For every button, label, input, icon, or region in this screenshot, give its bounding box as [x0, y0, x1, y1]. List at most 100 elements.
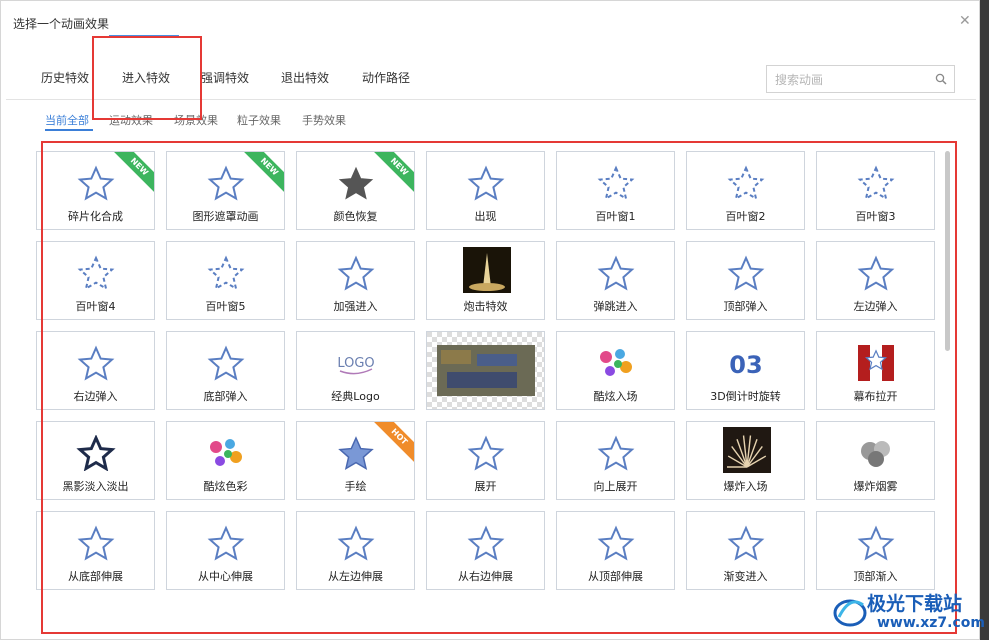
grid-scrollbar[interactable]: [945, 151, 950, 351]
effect-label: 黑影淡入淡出: [62, 480, 129, 493]
effect-label: 图形遮罩动画: [192, 210, 259, 223]
effect-card[interactable]: HOT 手绘: [296, 421, 415, 500]
subtab-particle[interactable]: 粒子效果: [237, 112, 281, 128]
effect-card[interactable]: 加强进入: [296, 241, 415, 320]
effect-card[interactable]: 百叶窗3: [816, 151, 935, 230]
effect-card[interactable]: 百叶窗1: [556, 151, 675, 230]
star-icon: [337, 525, 375, 561]
effect-card[interactable]: 底部弹入: [166, 331, 285, 410]
star-icon: [467, 525, 505, 561]
effect-label: 出现: [474, 210, 497, 223]
subtab-all[interactable]: 当前全部: [45, 112, 89, 128]
tab-emphasis[interactable]: 强调特效: [201, 69, 249, 86]
effect-card[interactable]: 百叶窗2: [686, 151, 805, 230]
star-icon: [727, 525, 765, 561]
effect-card[interactable]: [426, 331, 545, 410]
star-icon: [467, 435, 505, 471]
effect-card[interactable]: 从左边伸展: [296, 511, 415, 590]
effect-card[interactable]: 右边弹入: [36, 331, 155, 410]
active-tab-indicator: [109, 35, 179, 37]
effect-card[interactable]: 出现: [426, 151, 545, 230]
search-icon[interactable]: [935, 73, 947, 85]
tab-history[interactable]: 历史特效: [41, 69, 89, 86]
effect-badge: HOT: [369, 422, 414, 467]
effect-label: 手绘: [344, 480, 367, 493]
effect-label: 幕布拉开: [853, 390, 898, 403]
search-input[interactable]: [773, 70, 927, 90]
effect-label: 从右边伸展: [458, 570, 513, 583]
effect-card[interactable]: 炮击特效: [426, 241, 545, 320]
effect-label: 向上展开: [593, 480, 638, 493]
effect-label: 经典Logo: [331, 390, 380, 403]
effect-card[interactable]: 03 3D倒计时旋转: [686, 331, 805, 410]
effect-label: 顶部渐入: [853, 570, 898, 583]
tab-exit[interactable]: 退出特效: [281, 69, 329, 86]
effect-card[interactable]: 百叶窗4: [36, 241, 155, 320]
star-icon: [727, 255, 765, 291]
effect-card[interactable]: 幕布拉开: [816, 331, 935, 410]
tab-entrance[interactable]: 进入特效: [122, 69, 170, 86]
hand-draw-icon: [338, 436, 374, 471]
effect-card[interactable]: 向上展开: [556, 421, 675, 500]
effect-card[interactable]: 百叶窗5: [166, 241, 285, 320]
smoke-icon: [861, 441, 890, 467]
effect-label: 从底部伸展: [68, 570, 123, 583]
star-icon: [77, 255, 115, 291]
watermark-url: www.xz7.com: [877, 615, 985, 631]
effect-thumbnail-image: [463, 247, 511, 293]
effect-label: 左边弹入: [853, 300, 898, 313]
star-icon: [597, 165, 635, 201]
effect-thumbnail-image: [427, 332, 544, 409]
effect-label: 弹跳进入: [593, 300, 638, 313]
svg-text:LOGO: LOGO: [337, 356, 374, 371]
star-icon: [597, 435, 635, 471]
star-icon: [597, 525, 635, 561]
effect-card[interactable]: 从底部伸展: [36, 511, 155, 590]
subtab-scene[interactable]: 场景效果: [174, 112, 218, 128]
star-icon: [207, 345, 245, 381]
effect-label: 百叶窗4: [75, 300, 116, 313]
effect-card[interactable]: 从右边伸展: [426, 511, 545, 590]
effect-card[interactable]: LOGO 经典Logo: [296, 331, 415, 410]
effect-card[interactable]: 从中心伸展: [166, 511, 285, 590]
animation-dialog: 选择一个动画效果 ✕ 历史特效 进入特效 强调特效 退出特效 动作路径 当前全部…: [0, 0, 985, 640]
close-icon[interactable]: ✕: [959, 14, 971, 28]
effect-label: 炮击特效: [463, 300, 508, 313]
curtain-icon: [858, 345, 894, 381]
effect-card[interactable]: 左边弹入: [816, 241, 935, 320]
effect-card[interactable]: 顶部弹入: [686, 241, 805, 320]
subtab-gesture[interactable]: 手势效果: [302, 112, 346, 128]
effect-label: 从中心伸展: [198, 570, 253, 583]
effect-label: 爆炸入场: [723, 480, 768, 493]
effect-card[interactable]: 黑影淡入淡出: [36, 421, 155, 500]
effect-card[interactable]: 爆炸烟雾: [816, 421, 935, 500]
effect-card[interactable]: NEW 颜色恢复: [296, 151, 415, 230]
effect-card[interactable]: 渐变进入: [686, 511, 805, 590]
effect-label: 3D倒计时旋转: [710, 390, 781, 403]
effect-card[interactable]: 酷炫入场: [556, 331, 675, 410]
effect-card[interactable]: NEW 图形遮罩动画: [166, 151, 285, 230]
effect-label: 百叶窗2: [725, 210, 766, 223]
effect-badge: NEW: [109, 152, 154, 197]
dialog-title: 选择一个动画效果: [13, 17, 110, 31]
effect-label: 底部弹入: [203, 390, 248, 403]
search-box[interactable]: [766, 65, 955, 93]
tab-motion-path[interactable]: 动作路径: [362, 69, 410, 86]
subtab-motion[interactable]: 运动效果: [109, 112, 153, 128]
star-icon: [857, 165, 895, 201]
star-icon: [857, 255, 895, 291]
effect-card[interactable]: 展开: [426, 421, 545, 500]
star-icon: [77, 525, 115, 561]
site-logo-icon: [833, 599, 867, 627]
star-icon: [467, 165, 505, 201]
effect-card[interactable]: NEW 碎片化合成: [36, 151, 155, 230]
effect-label: 渐变进入: [723, 570, 768, 583]
logo-icon: LOGO: [337, 356, 375, 375]
effect-card[interactable]: 从顶部伸展: [556, 511, 675, 590]
effect-badge: NEW: [369, 152, 414, 197]
effect-card[interactable]: 爆炸入场: [686, 421, 805, 500]
effect-label: 爆炸烟雾: [853, 480, 898, 493]
effect-card[interactable]: 酷炫色彩: [166, 421, 285, 500]
effect-card[interactable]: 顶部渐入: [816, 511, 935, 590]
effect-card[interactable]: 弹跳进入: [556, 241, 675, 320]
